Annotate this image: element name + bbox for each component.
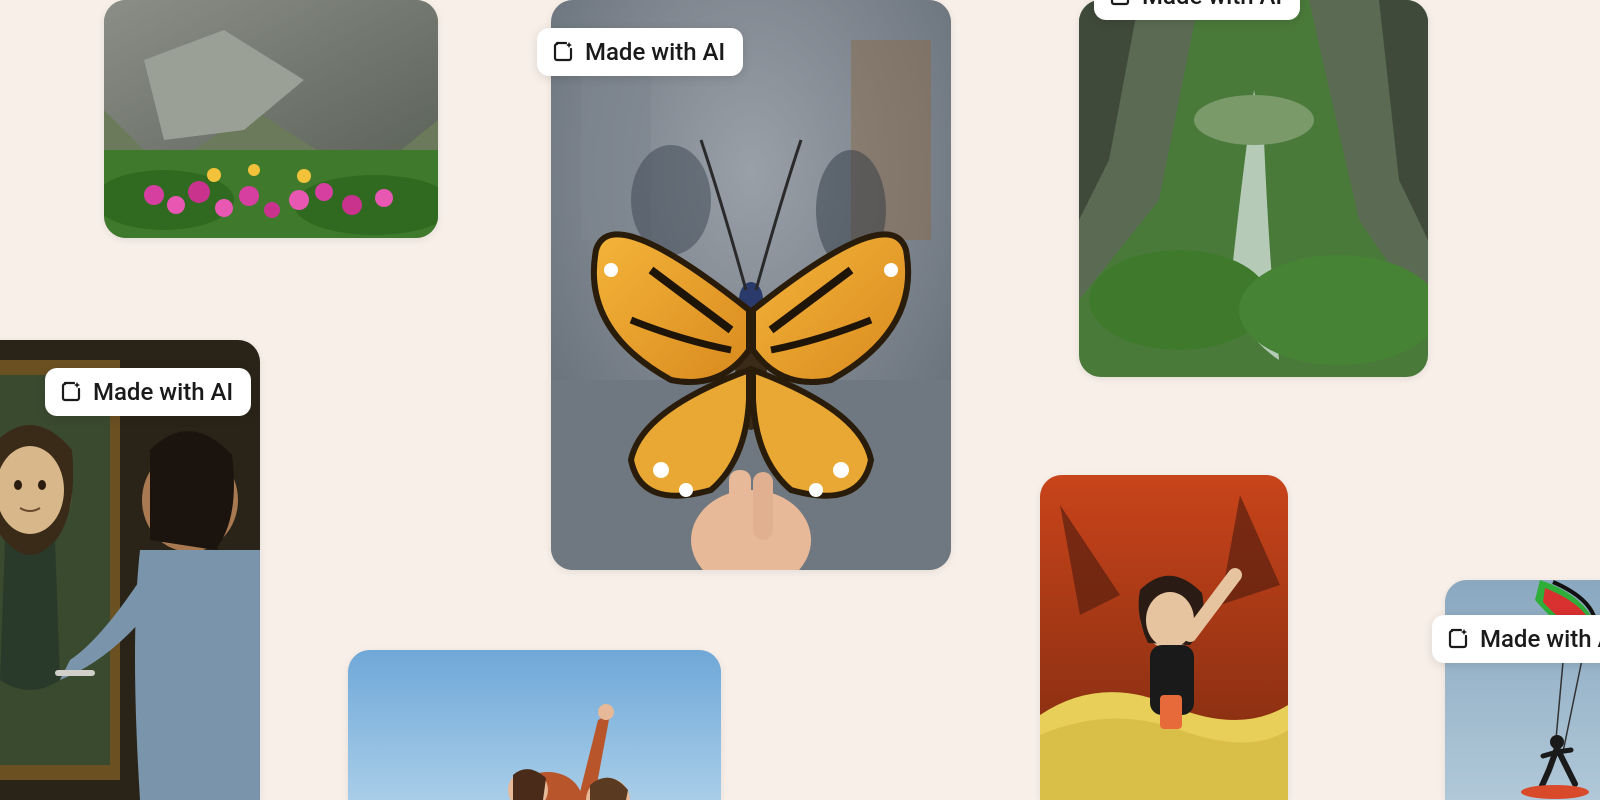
people-jumping-sky-image bbox=[348, 650, 721, 800]
image-card-bedroom[interactable] bbox=[1040, 475, 1288, 800]
sparkle-frame-icon bbox=[59, 380, 83, 404]
person-in-orange-bedroom-image bbox=[1040, 475, 1288, 800]
image-card-jumping[interactable] bbox=[348, 650, 721, 800]
badge-label: Made with AI bbox=[585, 38, 725, 66]
badge-label: Made with AI bbox=[93, 378, 233, 406]
kitesurfer-image bbox=[1445, 580, 1600, 800]
sparkle-frame-icon bbox=[1108, 0, 1132, 8]
sparkle-frame-icon bbox=[1446, 627, 1470, 651]
made-with-ai-badge: Made with AI bbox=[1432, 615, 1600, 663]
image-card-kitesurf[interactable] bbox=[1445, 580, 1600, 800]
made-with-ai-badge: Made with AI bbox=[1094, 0, 1300, 20]
green-valley-image bbox=[1079, 0, 1428, 377]
butterfly-street-image bbox=[551, 0, 951, 570]
badge-label: Made with AI bbox=[1142, 0, 1282, 10]
mountain-flowers-image bbox=[104, 0, 438, 238]
made-with-ai-badge: Made with AI bbox=[537, 28, 743, 76]
made-with-ai-badge: Made with AI bbox=[45, 368, 251, 416]
image-card-mountain-flowers[interactable] bbox=[104, 0, 438, 238]
sparkle-frame-icon bbox=[551, 40, 575, 64]
image-card-valley[interactable] bbox=[1079, 0, 1428, 377]
badge-label: Made with AI bbox=[1480, 625, 1600, 653]
image-card-butterfly[interactable] bbox=[551, 0, 951, 570]
